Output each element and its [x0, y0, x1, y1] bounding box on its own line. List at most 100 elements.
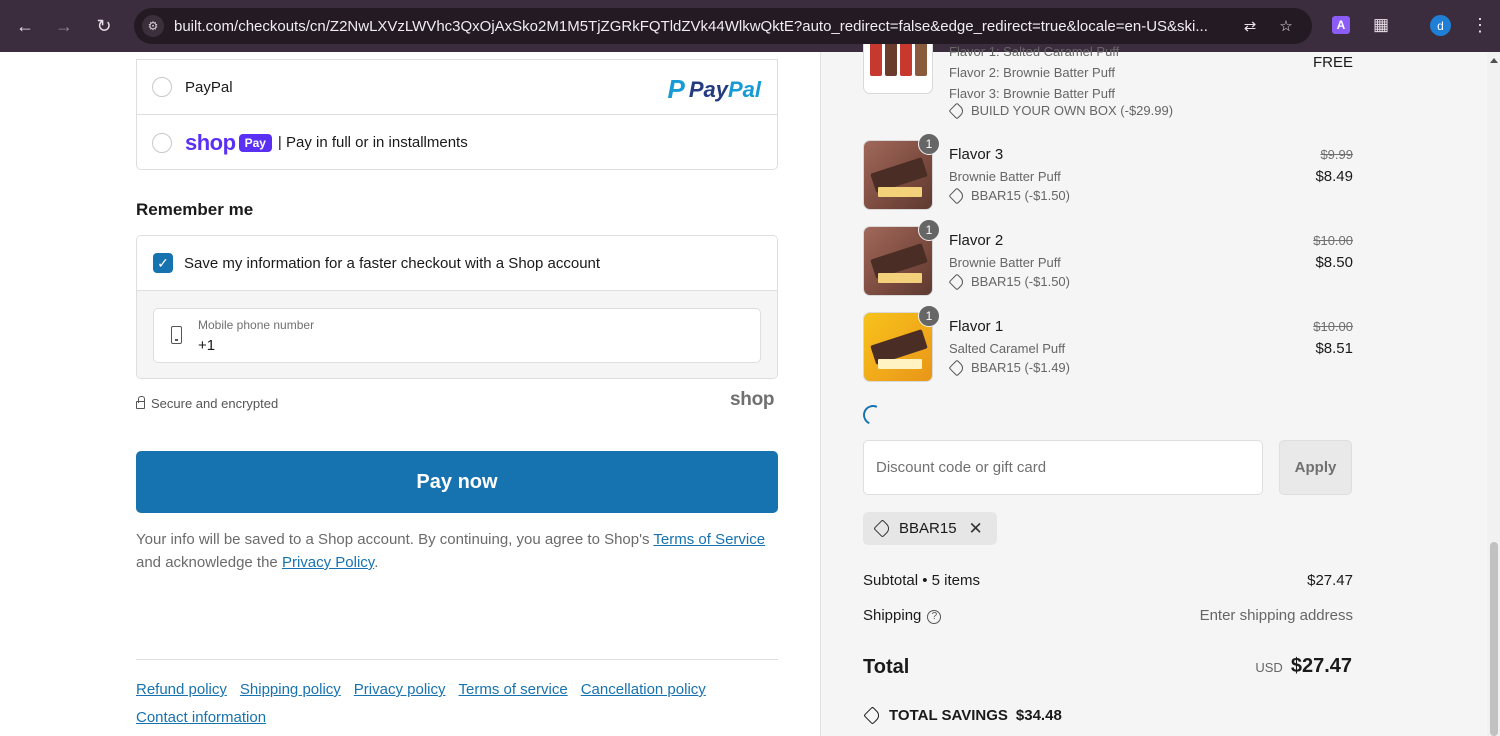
translate-icon[interactable]: ⇄	[1240, 16, 1260, 36]
applied-code: BBAR15	[899, 520, 957, 537]
original-price: $10.00	[1313, 319, 1353, 334]
item-discount: BBAR15 (-$1.50)	[948, 187, 1070, 204]
shipping-value: Enter shipping address	[1199, 607, 1353, 624]
product-label-image	[878, 273, 922, 283]
box-price: FREE	[1312, 54, 1353, 71]
box-bar-1	[870, 44, 882, 76]
shipping-policy-link[interactable]: Shipping policy	[240, 681, 341, 698]
item-variant: Salted Caramel Puff	[949, 341, 1066, 356]
pay-now-button[interactable]: Pay now	[136, 451, 778, 513]
apply-discount-button[interactable]: Apply	[1279, 440, 1352, 495]
original-price: $10.00	[1313, 233, 1353, 248]
total-savings: TOTAL SAVINGS $34.48	[863, 706, 1062, 725]
scrollbar[interactable]	[1487, 52, 1500, 736]
forward-arrow-icon[interactable]: →	[51, 13, 77, 39]
total-value: $27.47	[1290, 655, 1352, 677]
paypal-option[interactable]: PayPal P Pay Pal	[137, 60, 777, 115]
terms-of-service-footer-link[interactable]: Terms of service	[459, 681, 568, 698]
site-info-icon[interactable]: ⚙	[142, 15, 164, 37]
contact-information-link[interactable]: Contact information	[136, 709, 266, 726]
savings-value: $34.48	[1015, 707, 1062, 724]
quantity-badge: 1	[918, 219, 940, 241]
item-discount-text: BBAR15 (-$1.49)	[971, 360, 1070, 375]
cancellation-policy-link[interactable]: Cancellation policy	[581, 681, 706, 698]
item-name: Flavor 2	[949, 232, 1004, 249]
discount-code-input[interactable]	[863, 440, 1263, 495]
remove-discount-icon[interactable]: ✕	[969, 519, 983, 539]
terms-text-1: Your info will be saved to a Shop accoun…	[136, 531, 654, 548]
phone-label: Mobile phone number	[198, 318, 315, 332]
product-label-image	[878, 187, 922, 197]
privacy-policy-link[interactable]: Privacy Policy	[282, 554, 374, 571]
shop-pay-logo: shop	[185, 129, 236, 155]
reload-icon[interactable]: ↻	[91, 13, 117, 39]
box-flavor-3: Flavor 3: Brownie Batter Puff	[949, 86, 1115, 101]
profile-avatar[interactable]: d	[1430, 15, 1451, 36]
final-price: $8.50	[1315, 254, 1353, 271]
phone-icon	[171, 326, 182, 344]
final-price: $8.49	[1315, 168, 1353, 185]
product-label-image	[878, 359, 922, 369]
mobile-phone-input[interactable]: Mobile phone number +1	[153, 308, 761, 363]
subtotal-value: $27.47	[1307, 572, 1353, 589]
item-name: Flavor 3	[949, 146, 1004, 163]
line-item: 1 Flavor 1 Salted Caramel Puff BBAR15 (-…	[863, 305, 1353, 382]
shop-pay-radio[interactable]	[152, 132, 172, 153]
shop-pay-option[interactable]: shop Pay | Pay in full or in installment…	[137, 115, 777, 170]
remember-me-box: ✓ Save my information for a faster check…	[136, 235, 778, 379]
item-discount: BBAR15 (-$1.49)	[948, 359, 1070, 376]
quantity-badge: 1	[918, 305, 940, 327]
discount-tag-icon	[948, 359, 966, 376]
terms-of-service-link[interactable]: Terms of Service	[653, 531, 765, 548]
subtotal-row: Subtotal • 5 items $27.47	[863, 572, 1353, 589]
quantity-badge: 1	[918, 133, 940, 155]
save-info-label: Save my information for a faster checkou…	[184, 254, 601, 272]
url-text[interactable]: built.com/checkouts/cn/Z2NwLXVzLWVhc3QxO…	[174, 18, 1224, 35]
savings-label: TOTAL SAVINGS	[889, 707, 1008, 724]
scroll-up-arrow-icon[interactable]	[1490, 58, 1498, 63]
line-item: 1 Flavor 3 Brownie Batter Puff BBAR15 (-…	[863, 133, 1353, 210]
extensions-puzzle-icon[interactable]: ▦	[1370, 14, 1392, 36]
lock-icon	[136, 396, 145, 409]
paypal-p-icon: P	[667, 74, 685, 104]
currency-code: USD	[1255, 660, 1283, 675]
scroll-thumb[interactable]	[1490, 542, 1498, 736]
browser-menu-icon[interactable]: ⋮	[1470, 14, 1490, 36]
checkout-main: PayPal P Pay Pal shop Pay | Pay in full o…	[0, 52, 820, 736]
total-amount: USD $27.47	[1255, 655, 1352, 678]
help-icon[interactable]: ?	[927, 610, 942, 624]
payment-methods: PayPal P Pay Pal shop Pay | Pay in full o…	[136, 59, 778, 170]
terms-text-3: .	[374, 554, 379, 571]
save-info-checkbox[interactable]: ✓	[153, 253, 173, 273]
discount-tag-icon	[948, 273, 966, 290]
footer-divider	[136, 659, 778, 660]
refund-policy-link[interactable]: Refund policy	[136, 681, 227, 698]
paypal-radio[interactable]	[152, 77, 172, 97]
shipping-label: Shipping	[863, 607, 922, 624]
line-item: 1 Flavor 2 Brownie Batter Puff BBAR15 (-…	[863, 219, 1353, 296]
save-info-row[interactable]: ✓ Save my information for a faster check…	[137, 236, 777, 291]
discount-tag-icon	[873, 519, 892, 538]
paypal-logo-pal: Pal	[727, 76, 761, 102]
extension-icon[interactable]: A	[1332, 16, 1350, 34]
discount-tag-icon	[948, 187, 966, 204]
remember-me-heading: Remember me	[136, 200, 254, 219]
phone-value[interactable]: +1	[198, 337, 215, 354]
back-arrow-icon[interactable]: ←	[12, 13, 38, 39]
privacy-policy-footer-link[interactable]: Privacy policy	[354, 681, 446, 698]
box-flavor-1: Flavor 1: Salted Caramel Puff	[949, 44, 1120, 59]
build-your-own-box-item: Flavor 1: Salted Caramel Puff Flavor 2: …	[863, 44, 1353, 128]
box-flavor-2: Flavor 2: Brownie Batter Puff	[949, 65, 1115, 80]
shipping-row: Shipping? Enter shipping address	[863, 607, 1353, 624]
item-discount-text: BBAR15 (-$1.50)	[971, 274, 1070, 289]
address-bar[interactable]: ⚙ built.com/checkouts/cn/Z2NwLXVzLWVhc3Q…	[134, 8, 1312, 44]
paypal-logo: P Pay Pal	[667, 74, 761, 105]
item-discount: BBAR15 (-$1.50)	[948, 273, 1070, 290]
order-summary: Flavor 1: Salted Caramel Puff Flavor 2: …	[820, 44, 1500, 736]
secure-text: Secure and encrypted	[151, 396, 279, 411]
final-price: $8.51	[1315, 340, 1353, 357]
bookmark-star-icon[interactable]: ☆	[1276, 16, 1296, 36]
discount-tag-icon	[948, 102, 966, 119]
box-bar-3	[900, 44, 912, 76]
applied-discount-chip: BBAR15 ✕	[863, 512, 997, 545]
